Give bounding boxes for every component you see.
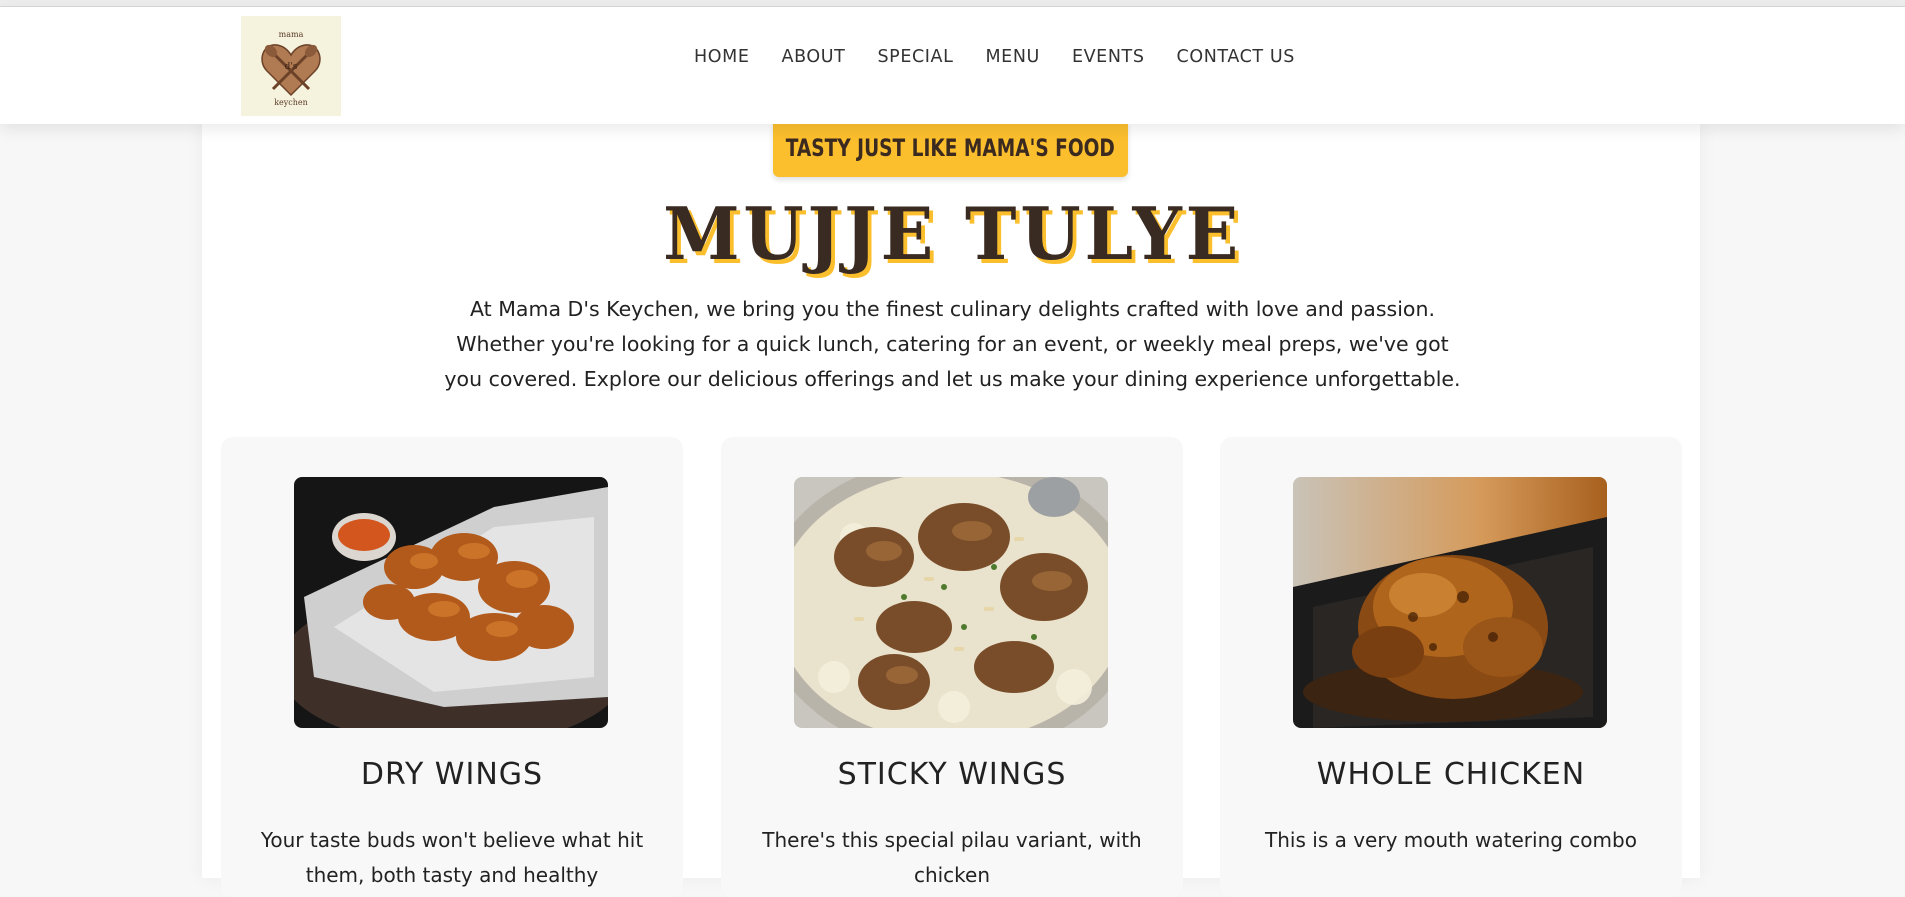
dry-wings-image <box>294 477 608 728</box>
menu-card-sticky-wings: STICKY WINGS There's this special pilau … <box>721 437 1183 897</box>
card-title: DRY WINGS <box>360 757 544 792</box>
menu-card-whole-chicken: WHOLE CHICKEN This is a very mouth water… <box>1220 437 1682 897</box>
card-description: There's this special pilau variant, with… <box>762 828 1142 887</box>
browser-top-edge <box>0 0 1905 7</box>
card-title: WHOLE CHICKEN <box>1316 757 1586 792</box>
nav-contact-us[interactable]: CONTACT US <box>1177 47 1295 67</box>
intro-paragraph: At Mama D's Keychen, we bring you the fi… <box>444 297 1461 391</box>
page-title: MUJJE TULYE <box>662 191 1243 276</box>
site-header: mama d's keychen HOME ABOUT SPECIAL MENU… <box>0 7 1905 124</box>
card-description: Your taste buds won't believe what hit t… <box>260 828 644 887</box>
nav-menu[interactable]: MENU <box>985 47 1039 67</box>
menu-card-dry-wings: DRY WINGS Your taste buds won't believe … <box>221 437 683 897</box>
card-description: This is a very mouth watering combo <box>1265 828 1637 852</box>
main-nav: HOME ABOUT SPECIAL MENU EVENTS CONTACT U… <box>694 47 1295 67</box>
svg-text:d's: d's <box>285 62 298 72</box>
nav-events[interactable]: EVENTS <box>1072 47 1145 67</box>
sticky-wings-image <box>794 477 1108 728</box>
tagline-badge: TASTY JUST LIKE MAMA'S FOOD <box>773 119 1128 177</box>
heart-spoons-logo-icon: mama d's keychen <box>261 30 321 107</box>
svg-text:mama: mama <box>279 30 304 39</box>
site-logo[interactable]: mama d's keychen <box>241 16 341 116</box>
tagline-text: TASTY JUST LIKE MAMA'S FOOD <box>785 134 1116 162</box>
whole-chicken-image <box>1293 477 1607 728</box>
svg-text:keychen: keychen <box>274 98 308 107</box>
nav-about[interactable]: ABOUT <box>782 47 846 67</box>
nav-special[interactable]: SPECIAL <box>877 47 953 67</box>
nav-home[interactable]: HOME <box>694 47 750 67</box>
card-title: STICKY WINGS <box>837 757 1067 792</box>
